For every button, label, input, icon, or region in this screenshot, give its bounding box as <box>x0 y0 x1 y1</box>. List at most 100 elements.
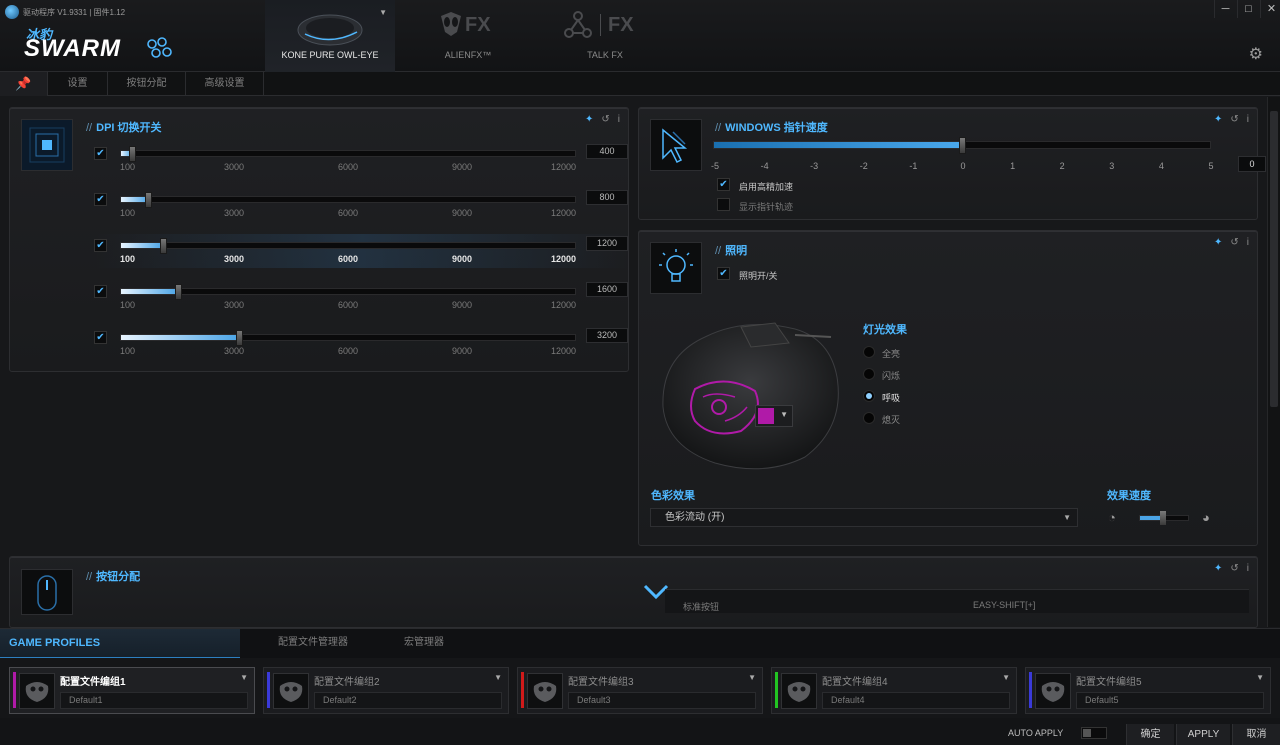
pin-icon[interactable]: ✦ <box>1214 237 1222 248</box>
tab-advanced[interactable]: 高级设置 <box>186 72 264 96</box>
chevron-down-icon: ▼ <box>1063 513 1071 522</box>
info-icon[interactable]: i <box>1247 114 1249 125</box>
close-button[interactable]: ✕ <box>1260 0 1280 18</box>
tick-label: 6000 <box>337 208 359 218</box>
scrollbar-thumb[interactable] <box>1270 111 1278 407</box>
info-icon[interactable]: i <box>1247 237 1249 248</box>
tick-label: 100 <box>120 208 136 218</box>
profile-name-input[interactable]: Default2 <box>314 692 502 709</box>
device-tab-kone[interactable]: ▼ KONE PURE OWL-EYE <box>265 0 395 72</box>
tick-label: 12000 <box>550 208 576 218</box>
tab-button-assignment[interactable]: 按钮分配 <box>108 72 186 96</box>
profile-card[interactable]: 配置文件编组3 ▼ Default3 <box>517 667 763 714</box>
dpi-row-checkbox[interactable]: ✔ <box>94 285 107 298</box>
info-icon[interactable]: i <box>618 114 620 125</box>
chevron-down-icon[interactable]: ▼ <box>1002 673 1010 682</box>
button-table-header: 标准按钮 EASY-SHIFT[+] <box>665 589 1249 613</box>
column-easy-shift: EASY-SHIFT[+] <box>973 600 1036 610</box>
slider-handle[interactable] <box>236 330 243 346</box>
tab-profile-manager[interactable]: 配置文件管理器 <box>250 629 376 657</box>
dpi-value-input[interactable]: 400 <box>586 144 628 159</box>
tick-label: 3000 <box>223 208 245 218</box>
minimize-button[interactable]: ─ <box>1214 0 1236 18</box>
color-effect-value: 色彩流动 (开) <box>665 512 725 523</box>
profile-name-input[interactable]: Default3 <box>568 692 756 709</box>
lighting-toggle-checkbox[interactable]: ✔ <box>717 267 730 280</box>
slider-handle[interactable] <box>959 137 966 154</box>
effect-speed-slider[interactable] <box>1139 511 1189 525</box>
tab-game-profiles[interactable]: GAME PROFILES <box>0 629 240 659</box>
profile-name-input[interactable]: Default1 <box>60 692 248 709</box>
slider-handle[interactable] <box>145 192 152 208</box>
profile-name-input[interactable]: Default5 <box>1076 692 1264 709</box>
pin-icon[interactable]: ✦ <box>1214 114 1222 125</box>
chevron-down-icon[interactable]: ▼ <box>379 8 387 17</box>
pointer-speed-icon <box>650 119 702 171</box>
dpi-row-checkbox[interactable]: ✔ <box>94 239 107 252</box>
color-swatch <box>758 408 774 424</box>
pointer-speed-value[interactable]: 0 <box>1238 156 1266 172</box>
effect-radio[interactable] <box>863 368 875 380</box>
svg-text:FX: FX <box>608 14 634 36</box>
profile-card[interactable]: 配置文件编组4 ▼ Default4 <box>771 667 1017 714</box>
trail-checkbox[interactable] <box>717 198 730 211</box>
profile-name-input[interactable]: Default4 <box>822 692 1010 709</box>
profile-card[interactable]: 配置文件编组5 ▼ Default5 <box>1025 667 1271 714</box>
profile-card[interactable]: 配置文件编组1 ▼ Default1 <box>9 667 255 714</box>
chevron-down-icon[interactable]: ▼ <box>748 673 756 682</box>
accel-checkbox[interactable]: ✔ <box>717 178 730 191</box>
dpi-value-input[interactable]: 3200 <box>586 328 628 343</box>
dpi-value-input[interactable]: 1600 <box>586 282 628 297</box>
slider-handle[interactable] <box>129 146 136 162</box>
cancel-button[interactable]: 取消 <box>1232 724 1280 745</box>
device-tab-alienfx[interactable]: FX ALIENFX™ <box>403 0 533 72</box>
info-icon[interactable]: i <box>1247 563 1249 574</box>
color-picker[interactable]: ▼ <box>755 405 793 427</box>
effect-radio[interactable] <box>863 412 875 424</box>
dpi-slider[interactable] <box>120 330 576 346</box>
dpi-row-checkbox[interactable]: ✔ <box>94 193 107 206</box>
dpi-row-checkbox[interactable]: ✔ <box>94 147 107 160</box>
tab-macro-manager[interactable]: 宏管理器 <box>376 629 472 657</box>
effect-radio[interactable] <box>863 390 875 402</box>
dpi-slider[interactable] <box>120 284 576 300</box>
dpi-icon <box>21 119 73 171</box>
panel-tools: ✦ ↺ i <box>1214 114 1249 125</box>
trail-label: 显示指针轨迹 <box>739 202 794 212</box>
pin-icon[interactable]: ✦ <box>1214 563 1222 574</box>
dpi-slider[interactable] <box>120 146 576 162</box>
dpi-value-input[interactable]: 1200 <box>586 236 628 251</box>
dpi-value-input[interactable]: 800 <box>586 190 628 205</box>
swarm-window: 驱动程序 V1.9331 | 固件1.12 冰豹 SWARM ▼ KONE PU… <box>0 0 1280 745</box>
reset-icon[interactable]: ↺ <box>1230 114 1238 125</box>
auto-apply-toggle[interactable] <box>1081 727 1107 739</box>
button-panel-title: //按钮分配 <box>86 571 141 583</box>
device-tab-talkfx[interactable]: FX TALK FX <box>540 0 670 72</box>
dpi-row-checkbox[interactable]: ✔ <box>94 331 107 344</box>
effect-radio[interactable] <box>863 346 875 358</box>
pin-tab[interactable]: 📌 <box>0 72 48 96</box>
main-scrollbar[interactable] <box>1267 97 1280 627</box>
dpi-slider[interactable] <box>120 238 576 254</box>
slider-handle[interactable] <box>1160 511 1166 525</box>
slider-handle[interactable] <box>160 238 167 254</box>
pin-icon[interactable]: ✦ <box>585 114 593 125</box>
apply-button[interactable]: APPLY <box>1176 724 1230 745</box>
chevron-down-icon[interactable]: ▼ <box>240 673 248 682</box>
reset-icon[interactable]: ↺ <box>601 114 609 125</box>
reset-icon[interactable]: ↺ <box>1230 237 1238 248</box>
chevron-down-icon[interactable]: ▼ <box>494 673 502 682</box>
profile-card[interactable]: 配置文件编组2 ▼ Default2 <box>263 667 509 714</box>
dpi-slider[interactable] <box>120 192 576 208</box>
tab-settings[interactable]: 设置 <box>48 72 108 96</box>
tick-label: 4 <box>1158 161 1164 171</box>
reset-icon[interactable]: ↺ <box>1230 563 1238 574</box>
chevron-down-icon[interactable]: ▼ <box>1256 673 1264 682</box>
pointer-speed-slider[interactable] <box>713 137 1211 154</box>
gear-icon[interactable]: ⚙ <box>1249 44 1263 64</box>
ok-button[interactable]: 确定 <box>1126 724 1174 745</box>
color-effect-dropdown[interactable]: 色彩流动 (开) ▼ <box>650 508 1078 527</box>
roccat-logo-icon <box>1041 682 1065 702</box>
maximize-button[interactable]: □ <box>1237 0 1259 18</box>
slider-handle[interactable] <box>175 284 182 300</box>
